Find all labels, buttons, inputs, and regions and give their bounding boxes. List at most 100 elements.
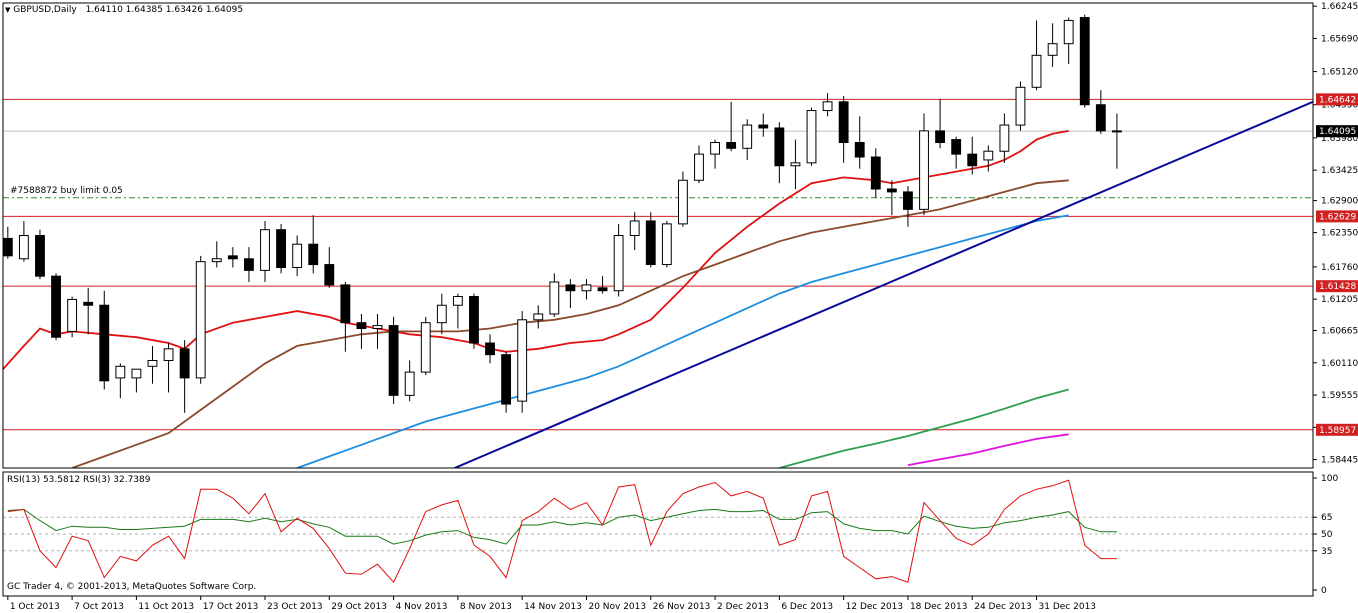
date-tick-label: 18 Dec 2013	[910, 602, 968, 612]
candle-body	[3, 237, 13, 257]
candle-body	[292, 243, 303, 268]
candle-body	[147, 359, 158, 367]
candle	[1079, 14, 1090, 108]
price-tick-label: 1.63425	[1321, 166, 1358, 176]
level-tag-label: 1.62629	[1319, 212, 1356, 222]
level-tag-label: 1.64642	[1319, 95, 1356, 105]
candle	[501, 351, 512, 413]
candle	[677, 171, 688, 227]
candle-body	[1079, 17, 1090, 106]
date-tick-label: 17 Oct 2013	[203, 602, 259, 612]
date-tick-label: 14 Nov 2013	[524, 602, 582, 612]
candle-body	[276, 229, 286, 268]
candle-body	[308, 243, 319, 266]
candle	[469, 293, 479, 349]
price-tick-label: 1.61760	[1321, 263, 1358, 273]
candle-body	[983, 150, 994, 161]
candle-body	[951, 139, 962, 155]
candle-body	[629, 220, 640, 236]
candle-body	[420, 322, 431, 373]
candle-body	[645, 220, 656, 266]
candle-body	[790, 162, 801, 167]
candle	[35, 229, 45, 280]
rsi-tick-label: 50	[1321, 530, 1333, 540]
rsi-label: RSI(13) 53.5812 RSI(3) 32.7389	[7, 475, 151, 485]
candle-body	[388, 325, 399, 396]
candle-body	[131, 368, 142, 379]
level-tag: 1.61428	[1316, 280, 1358, 293]
candle-body	[710, 142, 720, 155]
candle-body	[999, 124, 1010, 152]
candle-body	[485, 342, 495, 356]
current-price-tag: 1.64095	[1316, 125, 1358, 138]
candle-body	[661, 223, 672, 266]
candle-body	[372, 325, 383, 329]
candle-body	[597, 287, 608, 292]
candle-body	[517, 319, 528, 402]
candle-body	[774, 127, 785, 167]
symbol-header: ▼ GBPUSD,Daily 1.64110 1.64385 1.63426 1…	[5, 5, 243, 15]
current-price-tag-label: 1.64095	[1319, 127, 1356, 137]
candle-body	[179, 348, 190, 379]
candle-body	[935, 130, 946, 143]
price-tick-label: 1.62350	[1321, 229, 1358, 239]
price-tick-label: 1.62900	[1321, 197, 1358, 207]
candle-body	[1063, 19, 1074, 45]
price-tick-label: 1.65120	[1321, 68, 1358, 78]
candle	[645, 212, 656, 268]
date-tick-label: 4 Nov 2013	[396, 602, 448, 612]
date-tick-label: 29 Oct 2013	[331, 602, 387, 612]
candle-body	[565, 284, 576, 292]
candle-body	[886, 188, 897, 193]
candle-body	[822, 101, 833, 112]
candle	[661, 220, 672, 268]
date-tick-label: 7 Oct 2013	[74, 602, 124, 612]
candle-body	[260, 229, 270, 271]
copyright-label: GC Trader 4, © 2001-2013, MetaQuotes Sof…	[7, 582, 257, 592]
date-tick-label: 6 Dec 2013	[781, 602, 833, 612]
candle-body	[919, 130, 929, 210]
level-tag: 1.62629	[1316, 210, 1358, 223]
price-tick-label: 1.58445	[1321, 456, 1358, 466]
candle-body	[613, 235, 624, 292]
price-tick-label: 1.65690	[1321, 34, 1358, 44]
order-label[interactable]: #7588872 buy limit 0.05	[10, 186, 123, 196]
candle	[99, 290, 110, 390]
candle	[67, 296, 78, 338]
rsi-tick-label: 65	[1321, 513, 1332, 523]
candle-body	[854, 142, 865, 158]
price-tick-label: 1.59555	[1321, 391, 1358, 401]
candle-body	[452, 296, 463, 306]
candle-body	[903, 191, 913, 210]
level-tag: 1.64642	[1316, 93, 1358, 106]
candle-body	[967, 153, 978, 167]
candle-body	[1031, 54, 1042, 88]
candle	[51, 273, 61, 341]
price-tick-label: 1.66245	[1321, 2, 1358, 12]
candle-body	[758, 124, 769, 129]
candle-body	[501, 354, 512, 405]
candle-body	[1047, 43, 1058, 56]
candle-body	[67, 298, 78, 332]
candle-body	[211, 258, 222, 263]
date-tick-label: 1 Oct 2013	[10, 602, 60, 612]
level-tag-label: 1.61428	[1319, 282, 1356, 292]
candle	[276, 223, 286, 274]
candle-body	[838, 101, 849, 143]
level-tag: 1.58957	[1316, 423, 1358, 436]
candle-body	[35, 235, 45, 277]
candle-body	[404, 371, 415, 396]
candle	[517, 311, 528, 413]
candle-body	[115, 365, 126, 379]
candle-body	[677, 179, 688, 225]
candle	[195, 255, 206, 384]
date-tick-label: 12 Dec 2013	[846, 602, 904, 612]
candle	[388, 316, 399, 405]
candle-body	[1095, 104, 1106, 132]
candle-body	[340, 284, 351, 324]
collapse-triangle-icon[interactable]: ▼	[5, 6, 10, 14]
date-tick-label: 11 Oct 2013	[138, 602, 194, 612]
candle-body	[549, 281, 560, 315]
candle-body	[356, 322, 367, 329]
candle-body	[806, 110, 817, 164]
